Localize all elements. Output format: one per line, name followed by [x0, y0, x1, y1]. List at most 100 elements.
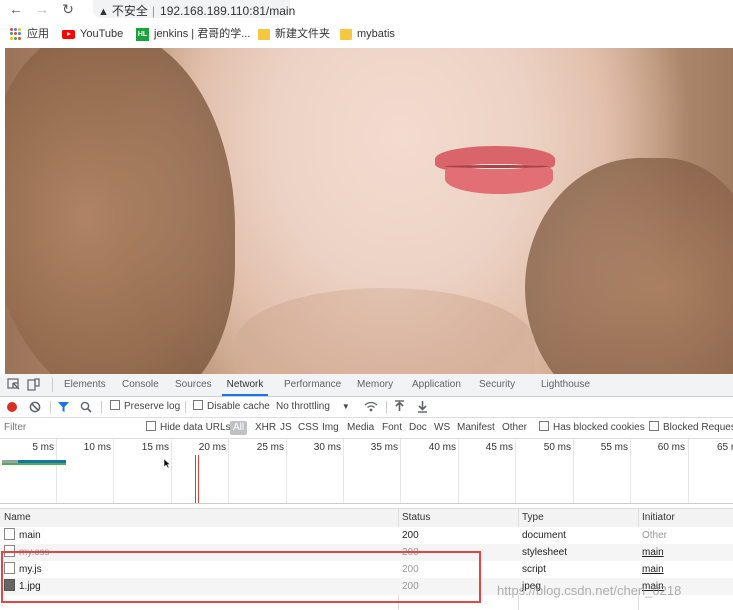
tab-lighthouse[interactable]: Lighthouse [541, 374, 590, 396]
column-header-status[interactable]: Status [398, 509, 518, 527]
photo-hair-left [5, 48, 235, 374]
checkbox-box [649, 421, 659, 431]
back-arrow-icon[interactable]: ← [8, 1, 24, 17]
request-initiator-link[interactable]: main [638, 544, 733, 561]
request-type: document [522, 530, 566, 541]
omnibox[interactable]: ▲ 不安全 | 192.168.189.110:81/main [93, 0, 295, 18]
photo-neck [235, 288, 535, 374]
tab-network[interactable]: Network [222, 374, 268, 396]
timeline-tick-label: 35 ms [370, 442, 398, 453]
tab-performance[interactable]: Performance [284, 374, 341, 396]
filter-type-manifest[interactable]: Manifest [457, 421, 495, 435]
tab-security[interactable]: Security [479, 374, 515, 396]
request-initiator-link[interactable]: main [638, 561, 733, 578]
filter-type-ws[interactable]: WS [434, 421, 450, 435]
column-header-type[interactable]: Type [518, 509, 638, 527]
forward-arrow-icon[interactable]: → [34, 1, 50, 17]
throttling-label: No throttling [276, 401, 330, 412]
bookmark-label: jenkins | 君哥的学... [154, 28, 251, 40]
bookmark-label: mybatis [357, 28, 395, 40]
photo-lip-line [445, 165, 549, 168]
timeline-tick-label: 5 ms [32, 442, 54, 453]
reload-icon[interactable]: ↻ [60, 1, 76, 17]
toolbar-divider [50, 401, 51, 413]
toolbar-divider [185, 401, 186, 413]
record-icon[interactable] [7, 402, 17, 412]
column-header-initiator[interactable]: Initiator [638, 509, 733, 527]
column-header-name[interactable]: Name [0, 509, 398, 527]
youtube-icon [62, 29, 75, 39]
bookmark-label: 新建文件夹 [275, 28, 330, 40]
folder-icon [258, 28, 270, 40]
document-file-icon [4, 528, 15, 540]
filter-type-other[interactable]: Other [502, 421, 527, 435]
page-image [5, 48, 733, 374]
hide-data-urls-label: Hide data URLs [160, 422, 231, 433]
checkbox-box [539, 421, 549, 431]
photo-hair-right [525, 158, 733, 374]
filter-input[interactable] [2, 420, 134, 434]
timeline-tick-label: 50 ms [543, 442, 571, 453]
timeline-gridline [113, 439, 114, 503]
table-row[interactable]: main 200 document Other [0, 527, 733, 544]
timeline-gridline [688, 439, 689, 503]
folder-icon [340, 28, 352, 40]
bookmark-mybatis[interactable]: mybatis [340, 26, 395, 42]
filter-funnel-icon[interactable] [57, 401, 70, 413]
network-overview-timeline[interactable]: 5 ms 10 ms 15 ms 20 ms 25 ms 30 ms 35 ms… [0, 439, 733, 504]
network-conditions-icon[interactable] [364, 401, 378, 413]
timeline-tick-label: 65 ms [717, 442, 733, 453]
annotation-highlight-box [1, 551, 481, 603]
disable-cache-label: Disable cache [207, 401, 270, 412]
has-blocked-cookies-checkbox[interactable]: Has blocked cookies [539, 421, 645, 435]
tab-memory[interactable]: Memory [357, 374, 393, 396]
has-blocked-cookies-label: Has blocked cookies [553, 422, 645, 433]
timeline-gridline [573, 439, 574, 503]
timeline-gridline [515, 439, 516, 503]
import-har-icon[interactable] [394, 400, 405, 413]
request-initiator: Other [642, 530, 668, 541]
disable-cache-checkbox[interactable]: Disable cache [193, 400, 270, 414]
tab-elements[interactable]: Elements [64, 374, 106, 396]
filter-type-xhr[interactable]: XHR [255, 421, 276, 435]
filter-type-js[interactable]: JS [280, 421, 292, 435]
apps-grid-icon [10, 28, 22, 40]
search-icon[interactable] [80, 401, 92, 413]
clear-icon[interactable] [29, 401, 41, 413]
throttling-select[interactable]: No throttling ▼ [276, 400, 350, 414]
export-har-icon[interactable] [417, 400, 428, 413]
preserve-log-checkbox[interactable]: Preserve log [110, 400, 180, 414]
filter-type-media[interactable]: Media [347, 421, 374, 435]
hide-data-urls-checkbox[interactable]: Hide data URLs [146, 421, 231, 435]
bookmark-label: YouTube [80, 28, 124, 40]
timeline-gridline [286, 439, 287, 503]
url-text: 192.168.189.110:81/main [160, 4, 296, 18]
filter-type-img[interactable]: Img [322, 421, 339, 435]
filter-type-font[interactable]: Font [382, 421, 402, 435]
tab-console[interactable]: Console [122, 374, 159, 396]
blocked-requests-label: Blocked Requests [663, 422, 733, 433]
filter-type-css[interactable]: CSS [298, 421, 319, 435]
checkbox-box [146, 421, 156, 431]
filter-type-all[interactable]: All [230, 421, 248, 435]
timeline-gridline [630, 439, 631, 503]
inspect-element-icon[interactable] [7, 378, 21, 391]
filter-type-doc[interactable]: Doc [409, 421, 427, 435]
device-toolbar-icon[interactable] [27, 378, 41, 391]
request-type: stylesheet [522, 547, 568, 558]
bookmark-jenkins[interactable]: HL jenkins | 君哥的学... [136, 26, 250, 42]
omnibox-separator: | [151, 4, 156, 18]
network-toolbar: Preserve log Disable cache No throttling… [0, 397, 733, 418]
bookmark-new-folder[interactable]: 新建文件夹 [258, 26, 330, 42]
checkbox-box [193, 400, 203, 410]
timeline-tick-label: 30 ms [313, 442, 341, 453]
bookmark-apps[interactable]: 应用 [10, 26, 49, 42]
bookmark-youtube[interactable]: YouTube [62, 26, 123, 42]
address-bar: ← → ↻ ▲ 不安全 | 192.168.189.110:81/main [0, 0, 733, 20]
blocked-requests-checkbox[interactable]: Blocked Requests [649, 421, 733, 435]
load-event-line [198, 455, 199, 503]
requests-table-header: Name Status Type Initiator [0, 508, 733, 528]
tab-sources[interactable]: Sources [175, 374, 212, 396]
tab-application[interactable]: Application [412, 374, 461, 396]
request-type: script [522, 564, 546, 575]
